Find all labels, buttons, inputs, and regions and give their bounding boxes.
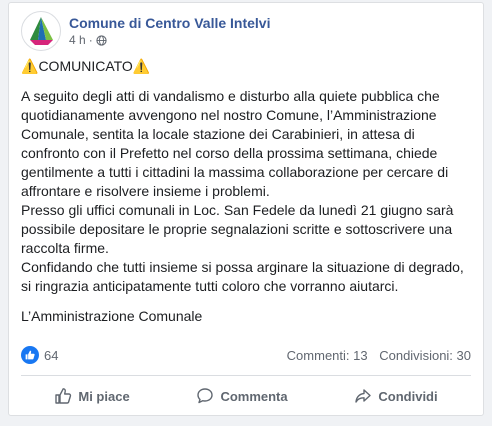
reactions-summary[interactable]: 64 xyxy=(21,346,58,364)
post-signature: L’Amministrazione Comunale xyxy=(21,308,203,324)
post-body: ⚠️COMUNICATO⚠️ A seguito degli atti di v… xyxy=(21,57,477,326)
separator-dot: · xyxy=(88,33,93,47)
post-timestamp[interactable]: 4 h xyxy=(69,32,86,48)
post-card: Comune di Centro Valle Intelvi 4 h · ⚠️C… xyxy=(8,2,484,416)
share-arrow-icon xyxy=(355,389,372,403)
post-meta: Comune di Centro Valle Intelvi 4 h · xyxy=(69,14,270,48)
share-button-label: Condividi xyxy=(378,388,438,404)
post-header: Comune di Centro Valle Intelvi 4 h · xyxy=(21,9,270,53)
comment-button[interactable]: Commenta xyxy=(184,381,299,411)
warning-icon: ⚠️ xyxy=(21,58,39,74)
comment-button-label: Commenta xyxy=(220,388,288,404)
thumbs-up-icon xyxy=(55,388,72,404)
likes-count: 64 xyxy=(44,347,59,363)
warning-icon: ⚠️ xyxy=(132,58,151,74)
municipality-logo-icon xyxy=(30,17,53,45)
page-name-link[interactable]: Comune di Centro Valle Intelvi xyxy=(69,14,270,32)
shares-count-link[interactable]: Condivisioni: 30 xyxy=(379,348,471,363)
post-paragraph: A seguito degli atti di vandalismo e dis… xyxy=(21,88,449,199)
actions-divider xyxy=(21,375,471,376)
engagement-counts: Commenti: 13 Condivisioni: 30 xyxy=(287,348,471,363)
post-actions: Mi piace Commenta Condividi xyxy=(21,379,471,413)
post-paragraph: Presso gli uffici comunali in Loc. San F… xyxy=(21,202,454,256)
post-paragraph: Confidando che tutti insieme si possa ar… xyxy=(21,259,464,294)
headline-text: COMUNICATO xyxy=(38,58,133,74)
share-button[interactable]: Condividi xyxy=(342,381,449,411)
page-avatar[interactable] xyxy=(21,11,61,51)
comment-icon xyxy=(197,388,214,404)
post-subline: 4 h · xyxy=(69,32,270,48)
globe-icon[interactable] xyxy=(96,34,107,46)
post-stats: 64 Commenti: 13 Condivisioni: 30 xyxy=(21,342,471,368)
like-button[interactable]: Mi piace xyxy=(42,381,141,411)
comments-count-link[interactable]: Commenti: 13 xyxy=(287,348,368,363)
like-button-label: Mi piace xyxy=(78,388,130,404)
like-reaction-icon xyxy=(21,346,39,364)
post-headline: ⚠️COMUNICATO⚠️ xyxy=(21,57,477,76)
